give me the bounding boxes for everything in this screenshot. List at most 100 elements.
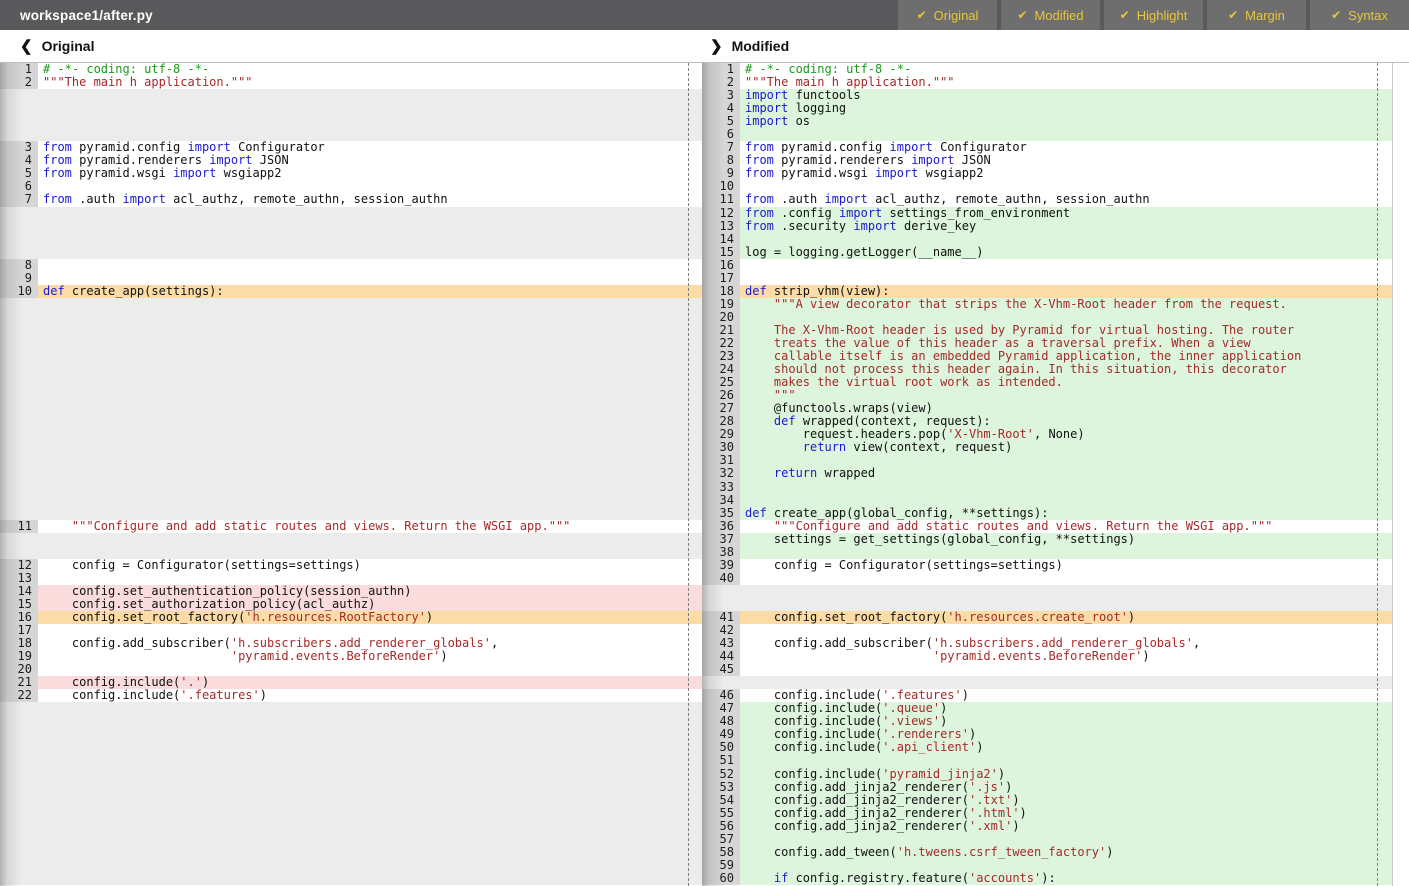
toggle-original-button[interactable]: ✔Original [898, 0, 997, 30]
filler-row [0, 715, 702, 728]
code-line: from .security import derive_key [740, 220, 1409, 233]
filler-row [0, 402, 702, 415]
code-line [740, 676, 1409, 689]
title-bar: workspace1/after.py ✔Original✔Modified✔H… [0, 0, 1409, 30]
code-line: callable itself is an embedded Pyramid a… [740, 350, 1409, 363]
code-line [38, 415, 702, 428]
code-row: 3from pyramid.config import Configurator [0, 141, 702, 154]
code-row: 48 config.include('.views') [702, 715, 1409, 728]
code-line [38, 624, 702, 637]
pane-headers: ❮ Original ❯ Modified [0, 30, 1409, 62]
toggle-syntax-button[interactable]: ✔Syntax [1310, 0, 1409, 30]
line-number: 22 [0, 689, 38, 702]
toggle-highlight-button[interactable]: ✔Highlight [1104, 0, 1203, 30]
code-line [740, 311, 1409, 324]
line-number [0, 807, 38, 820]
line-number: 16 [702, 259, 740, 272]
code-row: 37 settings = get_settings(global_config… [702, 533, 1409, 546]
modified-pane-header: ❯ Modified [702, 37, 789, 55]
toolbar: ✔Original✔Modified✔Highlight✔Margin✔Synt… [898, 0, 1409, 30]
button-label: Modified [1034, 8, 1083, 23]
toggle-margin-button[interactable]: ✔Margin [1207, 0, 1306, 30]
code-line: 'pyramid.events.BeforeRender') [740, 650, 1409, 663]
line-number: 13 [0, 572, 38, 585]
line-number: 59 [702, 859, 740, 872]
code-row: 36 """Configure and add static routes an… [702, 520, 1409, 533]
code-row: 23 callable itself is an embedded Pyrami… [702, 350, 1409, 363]
code-row: 54 config.add_jinja2_renderer('.txt') [702, 794, 1409, 807]
code-line [38, 572, 702, 585]
code-line [740, 180, 1409, 193]
code-line: log = logging.getLogger(__name__) [740, 246, 1409, 259]
line-number: 18 [0, 637, 38, 650]
code-line [38, 337, 702, 350]
line-number: 30 [702, 441, 740, 454]
line-number: 10 [702, 180, 740, 193]
line-number: 51 [702, 754, 740, 767]
code-row: 49 config.include('.renderers') [702, 728, 1409, 741]
line-number [0, 546, 38, 559]
code-row: 1# -*- coding: utf-8 -*- [0, 63, 702, 76]
code-row: 33 [702, 481, 1409, 494]
filler-row [0, 807, 702, 820]
filler-row [0, 207, 702, 220]
line-number: 48 [702, 715, 740, 728]
line-number: 6 [702, 128, 740, 141]
filler-row [0, 481, 702, 494]
code-row: 51 [702, 754, 1409, 767]
line-number: 19 [702, 298, 740, 311]
code-line [38, 363, 702, 376]
code-line: config.add_tween('h.tweens.csrf_tween_fa… [740, 846, 1409, 859]
code-line [740, 259, 1409, 272]
code-line [38, 311, 702, 324]
code-row: 43 config.add_subscriber('h.subscribers.… [702, 637, 1409, 650]
code-row: 18 config.add_subscriber('h.subscribers.… [0, 637, 702, 650]
line-number [0, 207, 38, 220]
code-line [740, 624, 1409, 637]
code-line [38, 207, 702, 220]
code-line: config.include('.api_client') [740, 741, 1409, 754]
line-number: 46 [702, 689, 740, 702]
code-line [38, 794, 702, 807]
toggle-modified-button[interactable]: ✔Modified [1001, 0, 1100, 30]
code-line: from .auth import acl_authz, remote_auth… [740, 193, 1409, 206]
button-label: Margin [1245, 8, 1285, 23]
line-number [702, 598, 740, 611]
filler-row [0, 389, 702, 402]
line-number [0, 481, 38, 494]
code-row: 8from pyramid.renderers import JSON [702, 154, 1409, 167]
line-number: 5 [0, 167, 38, 180]
line-number: 32 [702, 467, 740, 480]
code-line: def wrapped(context, request): [740, 415, 1409, 428]
line-number [0, 846, 38, 859]
line-number [0, 702, 38, 715]
code-row: 6 [702, 128, 1409, 141]
code-row: 50 config.include('.api_client') [702, 741, 1409, 754]
filler-row [0, 324, 702, 337]
filler-row [0, 754, 702, 767]
code-row: 41 config.set_root_factory('h.resources.… [702, 611, 1409, 624]
code-line: should not process this header again. In… [740, 363, 1409, 376]
code-line [38, 441, 702, 454]
filler-row [0, 833, 702, 846]
code-line [38, 494, 702, 507]
code-line: import functools [740, 89, 1409, 102]
line-number: 11 [702, 193, 740, 206]
filler-row [0, 350, 702, 363]
line-number: 3 [0, 141, 38, 154]
code-row: 52 config.include('pyramid_jinja2') [702, 768, 1409, 781]
scrollbar-track[interactable] [1392, 63, 1409, 886]
line-number: 52 [702, 768, 740, 781]
code-line: config.add_subscriber('h.subscribers.add… [740, 637, 1409, 650]
code-line: config.add_jinja2_renderer('.html') [740, 807, 1409, 820]
filler-row [0, 363, 702, 376]
line-number [0, 298, 38, 311]
filler-row [0, 533, 702, 546]
code-row: 5from pyramid.wsgi import wsgiapp2 [0, 167, 702, 180]
line-number: 29 [702, 428, 740, 441]
code-row: 34 [702, 494, 1409, 507]
code-line [38, 754, 702, 767]
button-label: Syntax [1348, 8, 1388, 23]
line-number: 36 [702, 520, 740, 533]
code-row: 11from .auth import acl_authz, remote_au… [702, 193, 1409, 206]
